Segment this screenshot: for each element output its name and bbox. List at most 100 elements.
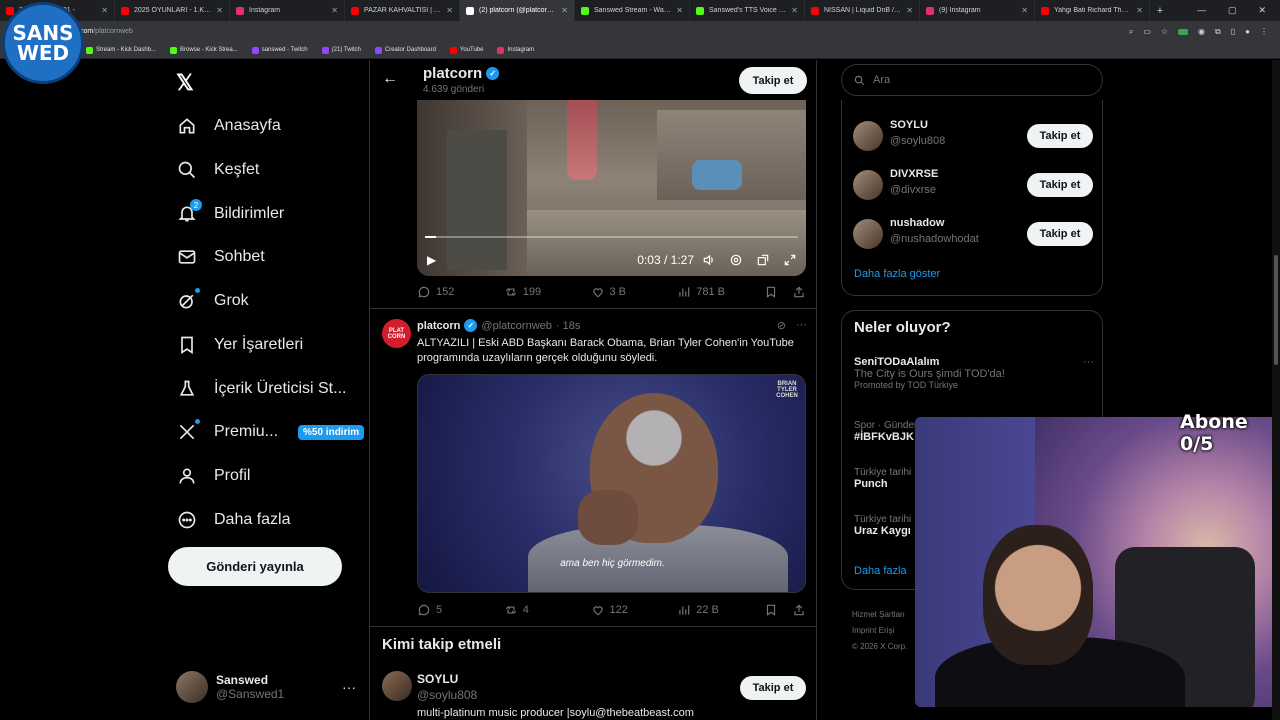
settings-icon[interactable]: [729, 253, 743, 267]
reply-button[interactable]: 5: [417, 603, 504, 617]
repost-button[interactable]: 199: [504, 285, 591, 299]
bookmark-item[interactable]: Browse - Kick Strea...: [170, 46, 238, 54]
close-icon[interactable]: ✕: [216, 6, 223, 15]
close-icon[interactable]: ✕: [101, 6, 108, 15]
suggestion-name[interactable]: SOYLU: [417, 672, 458, 686]
more-icon[interactable]: ···: [342, 679, 356, 695]
kebab-menu-icon[interactable]: ⋮: [1260, 27, 1268, 37]
sidepanel-icon[interactable]: ▯: [1231, 27, 1235, 37]
trend-item[interactable]: SeniTODaAlalım The City is Ours şimdi TOD…: [854, 356, 1094, 390]
suggestion-handle[interactable]: @soylu808: [890, 135, 945, 147]
avatar[interactable]: [853, 121, 883, 151]
video-player[interactable]: BRIAN TYLER COHEN ama ben hiç görmedim.: [417, 374, 806, 593]
post-button[interactable]: Gönderi yayınla: [168, 547, 342, 586]
close-icon[interactable]: ✕: [1136, 6, 1143, 15]
maximize-icon[interactable]: ▢: [1228, 5, 1237, 16]
views-button[interactable]: 781 B: [677, 285, 764, 299]
url-text[interactable]: com/platcornweb: [80, 28, 133, 35]
avatar[interactable]: [853, 170, 883, 200]
like-button[interactable]: 3 B: [591, 285, 678, 299]
browser-tab[interactable]: (9) Instagram ✕: [920, 0, 1035, 21]
nav-item-x-premium[interactable]: Premiu... %50 indirim: [176, 417, 365, 447]
repost-button[interactable]: 4: [504, 603, 591, 617]
views-button[interactable]: 22 B: [677, 603, 764, 617]
more-icon[interactable]: ···: [1083, 356, 1094, 368]
follow-button[interactable]: Takip et: [740, 676, 806, 700]
browser-tab[interactable]: Instagram ✕: [230, 0, 345, 21]
author-handle[interactable]: @platcornweb: [481, 320, 551, 332]
browser-tab[interactable]: PAZAR KAHVALTISI | AJDA EN ✕: [345, 0, 460, 21]
share-icon[interactable]: [792, 603, 806, 617]
popout-icon[interactable]: [756, 253, 770, 267]
video-progress-bar[interactable]: [425, 236, 798, 238]
zoom-icon[interactable]: ⌕: [1129, 27, 1133, 37]
browser-tab[interactable]: (2) platcorn (@platcornweb) ✕: [460, 0, 575, 21]
more-icon[interactable]: ···: [796, 319, 807, 332]
nav-item-home[interactable]: Anasayfa: [176, 111, 281, 141]
back-arrow-icon[interactable]: ←: [382, 70, 398, 88]
suggestion-handle[interactable]: @nushadowhodat: [890, 233, 979, 245]
follow-button[interactable]: Takip et: [1027, 124, 1093, 148]
close-icon[interactable]: ✕: [561, 6, 568, 15]
bookmark-item[interactable]: (21) Twitch: [321, 46, 361, 54]
browser-tab[interactable]: Yahgi Bati Richard Thomas - Y ✕: [1035, 0, 1150, 21]
scrollbar-thumb[interactable]: [1274, 255, 1278, 365]
bookmark-icon[interactable]: [764, 285, 778, 299]
footer-links[interactable]: Hizmet Şartları Imprint Erişi © 2026 X C…: [852, 607, 907, 655]
close-icon[interactable]: ✕: [331, 6, 338, 15]
tweet-time[interactable]: · 18s: [556, 320, 580, 332]
like-button[interactable]: 122: [591, 603, 678, 617]
suggestion-handle[interactable]: @soylu808: [417, 688, 477, 702]
suggestion-name[interactable]: DIVXRSE: [890, 168, 938, 180]
nav-item-search[interactable]: Keşfet: [176, 155, 259, 185]
search-input[interactable]: Ara: [841, 64, 1103, 96]
show-more-link[interactable]: Daha fazla: [854, 565, 907, 577]
avatar[interactable]: PLAT CORN: [382, 319, 411, 348]
close-icon[interactable]: ✕: [1021, 6, 1028, 15]
avatar[interactable]: [853, 219, 883, 249]
follow-button[interactable]: Takip et: [739, 67, 807, 94]
nav-item-person[interactable]: Profil: [176, 461, 250, 491]
close-icon[interactable]: ✕: [791, 6, 798, 15]
bookmark-item[interactable]: sanswed - Twitch: [251, 46, 308, 54]
promo-badge[interactable]: %50 indirim: [298, 424, 365, 440]
suggestion-name[interactable]: SOYLU: [890, 119, 928, 131]
fullscreen-icon[interactable]: [783, 253, 797, 267]
show-more-link[interactable]: Daha fazla göster: [854, 268, 940, 280]
bookmark-item[interactable]: YouTube: [449, 46, 483, 54]
bookmark-item[interactable]: Stream - Kick Dashb...: [86, 46, 156, 54]
play-icon[interactable]: ▶: [427, 253, 436, 267]
nav-item-bell[interactable]: 2 Bildirimler: [176, 199, 284, 229]
volume-icon[interactable]: [702, 253, 716, 267]
cast-icon[interactable]: ▭: [1143, 27, 1151, 37]
browser-tab[interactable]: 2025 OYUNLARI - 1.KISIM - Y ✕: [115, 0, 230, 21]
bookmark-item[interactable]: Creator Dashboard: [374, 46, 436, 54]
grok-icon[interactable]: ⊘: [777, 319, 786, 332]
suggestion-row[interactable]: SOYLU @soylu808 Takip et: [853, 118, 1093, 158]
bookmark-icon[interactable]: [764, 603, 778, 617]
address-bar[interactable]: com/platcornweb ⌕ ▭ ☆ ◉ ⧉ ▯ ● ⋮: [0, 21, 1280, 42]
suggestion-row[interactable]: nushadow @nushadowhodat Takip et: [853, 216, 1093, 256]
profile-icon[interactable]: ●: [1245, 27, 1250, 37]
star-icon[interactable]: ☆: [1161, 27, 1168, 37]
nav-item-bookmark[interactable]: Yer İşaretleri: [176, 330, 303, 360]
close-icon[interactable]: ✕: [446, 6, 453, 15]
account-switcher[interactable]: Sanswed @Sanswed1 ···: [176, 667, 356, 707]
new-tab-icon[interactable]: +: [1150, 5, 1170, 17]
browser-tab[interactable]: Sanswed Stream - Watch Live ✕: [575, 0, 690, 21]
share-icon[interactable]: [792, 285, 806, 299]
nav-item-mail[interactable]: Sohbet: [176, 242, 265, 272]
x-logo-icon[interactable]: 𝕏: [176, 70, 194, 96]
bookmark-item[interactable]: Instagram: [497, 46, 534, 54]
audio-icon[interactable]: ◉: [1198, 27, 1205, 37]
close-icon[interactable]: ✕: [676, 6, 683, 15]
browser-tab[interactable]: Sanswed's TTS Voice List | Kick ✕: [690, 0, 805, 21]
close-icon[interactable]: ✕: [906, 6, 913, 15]
reply-button[interactable]: 152: [417, 285, 504, 299]
suggestion-handle[interactable]: @divxrse: [890, 184, 936, 196]
close-window-icon[interactable]: ✕: [1258, 5, 1266, 16]
minimize-icon[interactable]: —: [1197, 5, 1206, 16]
suggestion-name[interactable]: nushadow: [890, 217, 944, 229]
avatar[interactable]: [382, 671, 412, 701]
nav-item-flask[interactable]: İçerik Üreticisi St...: [176, 374, 346, 404]
